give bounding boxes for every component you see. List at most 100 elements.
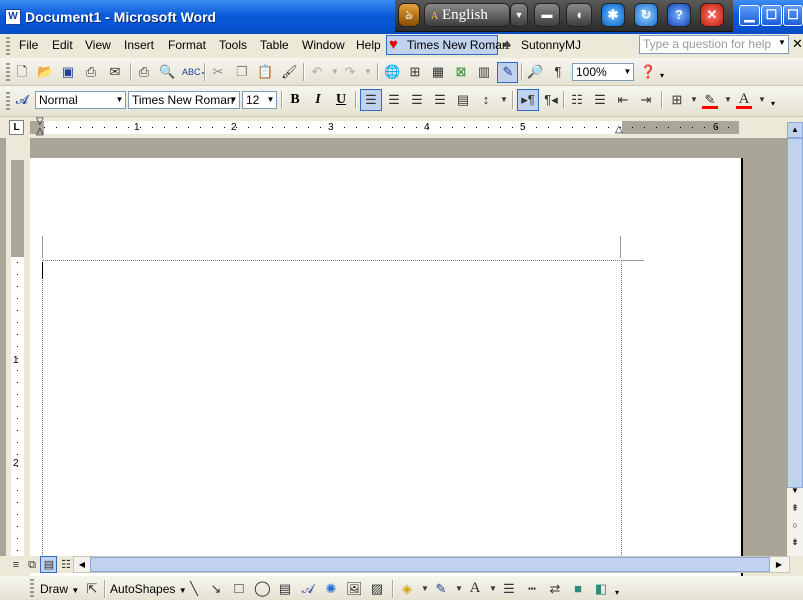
- language-dropdown-arrow[interactable]: ▼: [510, 3, 528, 27]
- picture-icon[interactable]: ▨: [369, 581, 385, 597]
- new-document-icon[interactable]: 🗋: [14, 64, 30, 80]
- menu-grip[interactable]: [6, 37, 10, 55]
- help-search-input[interactable]: Type a question for help: [639, 35, 789, 54]
- horizontal-scroll-thumb[interactable]: [90, 557, 770, 572]
- draw-font-color-icon[interactable]: A: [467, 580, 483, 596]
- redo-icon[interactable]: ↷: [342, 64, 358, 80]
- italic-button[interactable]: I: [309, 91, 327, 109]
- line-color-dropdown-arrow[interactable]: ▼: [451, 581, 467, 597]
- formatting-toolbar-grip[interactable]: [6, 92, 10, 110]
- wordart-icon[interactable]: 𝒜: [300, 581, 316, 597]
- toolbar-options-arrow[interactable]: ▾: [771, 99, 775, 108]
- word-app-icon[interactable]: W: [5, 9, 21, 25]
- line-color-icon[interactable]: ✎: [433, 581, 449, 597]
- show-hide-icon[interactable]: ¶: [550, 64, 566, 80]
- web-layout-icon[interactable]: ⧉: [24, 557, 40, 573]
- help-dropdown-arrow[interactable]: ▼: [778, 38, 786, 47]
- save-icon[interactable]: ▣: [60, 64, 76, 80]
- 3d-style-icon[interactable]: ◧: [593, 581, 609, 597]
- input-method-icon[interactable]: ঌ: [398, 3, 420, 27]
- style-dropdown-arrow[interactable]: ▼: [114, 92, 125, 108]
- line-icon[interactable]: ╲: [186, 581, 202, 597]
- fill-color-dropdown-arrow[interactable]: ▼: [417, 581, 433, 597]
- select-objects-icon[interactable]: ⇱: [84, 581, 100, 597]
- increase-indent-icon[interactable]: ⇥: [638, 92, 654, 108]
- normal-view-icon[interactable]: ≡: [8, 557, 24, 573]
- draw-menu-button[interactable]: Draw ▼: [40, 582, 79, 596]
- paste-icon[interactable]: 📋: [257, 64, 273, 80]
- bullets-icon[interactable]: ☰: [592, 92, 608, 108]
- cut-icon[interactable]: ✂: [210, 64, 226, 80]
- minimize-button[interactable]: ▁: [739, 5, 760, 26]
- font-dropdown-arrow[interactable]: ▼: [228, 92, 239, 108]
- scroll-down-button[interactable]: ▼: [787, 486, 803, 500]
- mouse-icon[interactable]: ◖: [566, 3, 592, 27]
- menu-table[interactable]: Table: [260, 38, 289, 52]
- oval-icon[interactable]: ◯: [254, 581, 271, 597]
- line-spacing-icon[interactable]: ↕: [478, 92, 494, 108]
- drawing-toolbar-grip[interactable]: [30, 579, 34, 597]
- language-selector[interactable]: A English: [424, 3, 510, 27]
- bold-button[interactable]: B: [286, 91, 304, 109]
- settings-icon[interactable]: ✱: [601, 3, 625, 27]
- redo-dropdown-arrow[interactable]: ▼: [360, 64, 376, 80]
- menu-tools[interactable]: Tools: [219, 38, 247, 52]
- dash-style-icon[interactable]: ┅: [524, 581, 540, 597]
- insert-table-icon[interactable]: ▦: [430, 64, 446, 80]
- font-color-dropdown-arrow[interactable]: ▼: [754, 92, 770, 108]
- menu-help[interactable]: Help: [356, 38, 381, 52]
- scroll-left-button[interactable]: ◀: [74, 557, 90, 572]
- menu-window[interactable]: Window: [302, 38, 345, 52]
- numbering-icon[interactable]: ☷: [569, 92, 585, 108]
- help-assistant-icon[interactable]: ❓: [640, 64, 656, 80]
- help-icon[interactable]: ?: [667, 3, 691, 27]
- autoshapes-menu-button[interactable]: AutoShapes ▼: [110, 582, 187, 596]
- distributed-icon[interactable]: ▤: [455, 92, 471, 108]
- select-browse-object-button[interactable]: ○: [787, 520, 803, 534]
- close-document-icon[interactable]: ✕: [792, 36, 803, 52]
- keyboard-icon[interactable]: ▬: [534, 3, 560, 27]
- decrease-indent-icon[interactable]: ⇤: [615, 92, 631, 108]
- right-to-left-icon[interactable]: ¶◂: [543, 92, 559, 108]
- update-icon[interactable]: ↻: [634, 3, 658, 27]
- hyperlink-icon[interactable]: 🌐: [384, 64, 400, 80]
- copy-icon[interactable]: ❐: [234, 64, 250, 80]
- outline-view-icon[interactable]: ☷: [58, 557, 74, 573]
- line-spacing-dropdown-arrow[interactable]: ▼: [496, 92, 512, 108]
- align-center-icon[interactable]: ☰: [386, 92, 402, 108]
- standard-toolbar-grip[interactable]: [6, 63, 10, 81]
- next-page-button[interactable]: ⇟: [787, 537, 803, 551]
- arrow-icon[interactable]: ↘: [208, 581, 224, 597]
- style-select[interactable]: Normal: [35, 91, 126, 109]
- maximize-button[interactable]: ☐: [761, 5, 782, 26]
- open-folder-icon[interactable]: 📂: [37, 64, 53, 80]
- print-icon[interactable]: ⎙: [136, 64, 152, 80]
- insert-excel-icon[interactable]: ⊠: [453, 64, 469, 80]
- menu-insert[interactable]: Insert: [124, 38, 154, 52]
- font-size-dropdown-arrow[interactable]: ▼: [265, 92, 276, 108]
- spade-icon[interactable]: ♠: [503, 36, 511, 53]
- rectangle-icon[interactable]: □: [231, 581, 247, 597]
- format-painter-icon[interactable]: 🖌: [281, 64, 298, 80]
- menu-format[interactable]: Format: [168, 38, 206, 52]
- scroll-up-button[interactable]: ▲: [787, 122, 803, 138]
- styles-formatting-icon[interactable]: 𝓐: [14, 92, 30, 108]
- diagram-icon[interactable]: ✺: [323, 581, 339, 597]
- right-indent-marker[interactable]: △: [615, 124, 623, 135]
- vertical-scroll-thumb[interactable]: [787, 138, 803, 488]
- undo-dropdown-arrow[interactable]: ▼: [327, 64, 343, 80]
- underline-button[interactable]: U: [332, 91, 350, 109]
- menu-view[interactable]: View: [85, 38, 111, 52]
- menu-file[interactable]: File: [19, 38, 38, 52]
- justify-icon[interactable]: ☰: [432, 92, 448, 108]
- font-color-icon[interactable]: A: [736, 91, 752, 107]
- menu-edit[interactable]: Edit: [52, 38, 73, 52]
- toolbar-options-arrow[interactable]: ▾: [660, 71, 664, 80]
- previous-page-button[interactable]: ⇞: [787, 503, 803, 517]
- email-icon[interactable]: ✉: [107, 64, 123, 80]
- border-icon[interactable]: ⊞: [669, 92, 685, 108]
- highlight-dropdown-arrow[interactable]: ▼: [720, 92, 736, 108]
- document-map-icon[interactable]: 🔎: [527, 64, 543, 80]
- columns-icon[interactable]: ▥: [476, 64, 492, 80]
- line-style-icon[interactable]: ☰: [501, 581, 517, 597]
